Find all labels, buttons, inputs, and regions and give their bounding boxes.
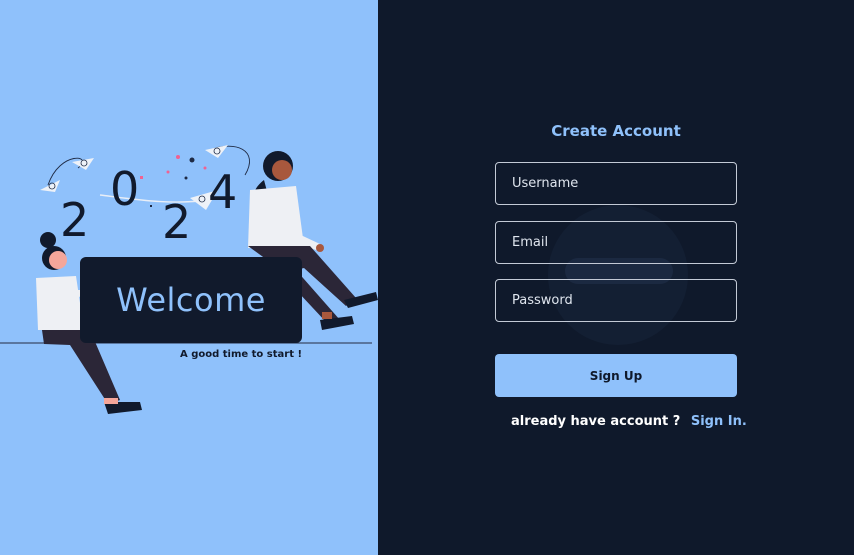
paper-plane-icon [205,145,228,158]
sign-up-button[interactable]: Sign Up [495,354,737,397]
hero-panel: 2 0 2 4 Welcome A good time to start ! [0,0,378,555]
paper-plane-icon [72,158,94,170]
username-input[interactable] [495,162,737,205]
year-digit: 0 [110,162,139,216]
signin-prompt: already have account ? [511,414,681,429]
paper-plane-icon [40,180,60,192]
year-digit: 4 [208,165,237,219]
sign-in-link[interactable]: Sign In. [691,414,747,429]
signin-row: already have account ? Sign In. [511,414,747,429]
form-title: Create Account [551,122,681,140]
tagline: A good time to start ! [180,349,303,360]
password-input[interactable] [495,279,737,322]
year-digit: 2 [60,193,89,247]
welcome-text: Welcome [116,281,266,319]
year-digit: 2 [162,195,191,249]
welcome-board: Welcome [80,257,302,343]
email-input[interactable] [495,221,737,264]
